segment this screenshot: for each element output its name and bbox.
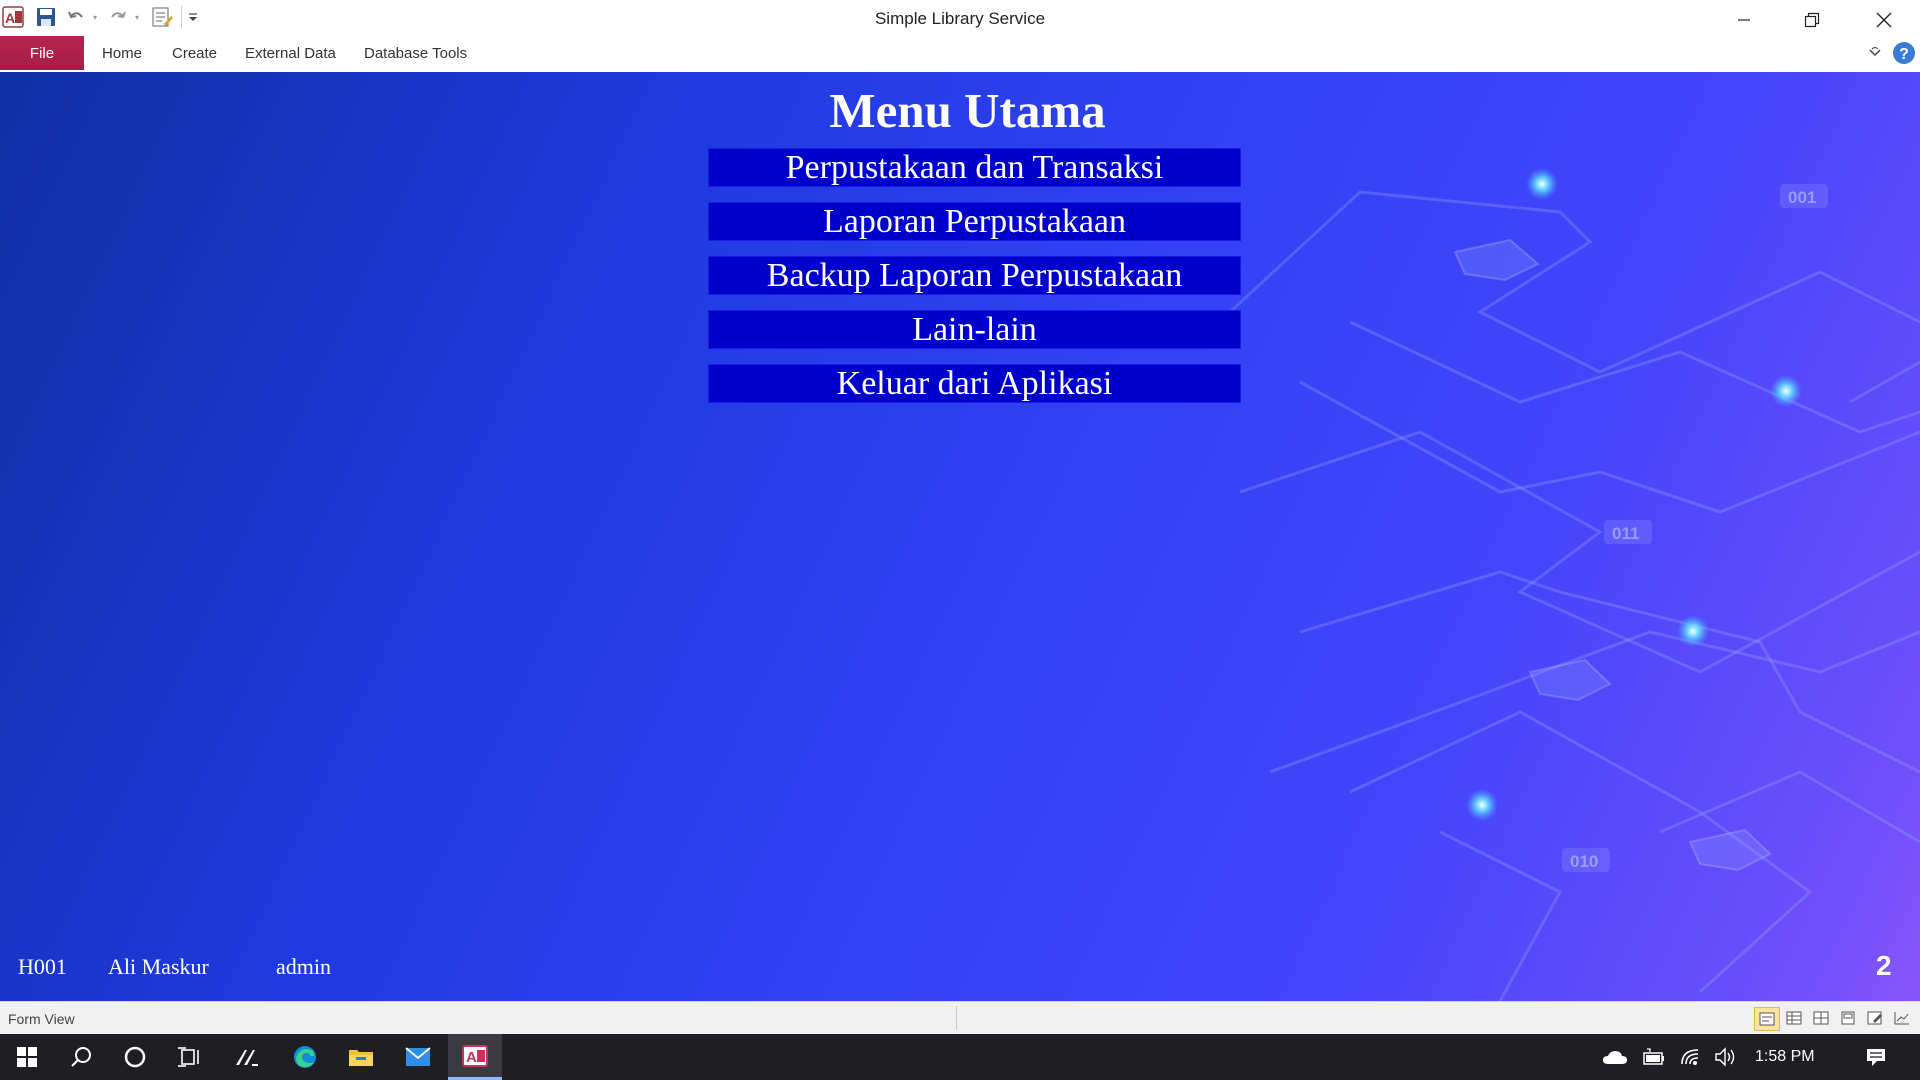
access-taskbar-button[interactable]: A	[448, 1034, 502, 1080]
file-explorer-icon	[349, 1050, 373, 1066]
mail-icon	[405, 1047, 431, 1066]
user-role: admin	[276, 954, 331, 979]
main-menu-form: 001 011 010 Menu Utama Perpustakaan dan …	[0, 72, 1920, 1001]
edge-icon	[294, 1046, 316, 1068]
minimize-icon	[1738, 19, 1750, 21]
task-view-icon	[178, 1047, 199, 1067]
undo-icon[interactable]	[66, 4, 86, 30]
bg-label-011: 011	[1612, 524, 1639, 543]
misc-button[interactable]: Lain-lain	[708, 310, 1241, 349]
edge-button[interactable]	[278, 1034, 332, 1080]
battery-icon	[1643, 1048, 1664, 1065]
bg-label-001: 001	[1788, 188, 1816, 207]
restore-button[interactable]	[1778, 0, 1846, 40]
restore-icon	[1804, 12, 1820, 28]
onedrive-icon	[1603, 1051, 1627, 1064]
datasheet-icon	[1786, 1011, 1802, 1025]
qat-separator	[181, 6, 182, 28]
taskbar: A 1:58 PM	[0, 1034, 1920, 1080]
tab-database-tools[interactable]: Database Tools	[364, 45, 467, 62]
user-name: Ali Maskur	[108, 954, 209, 979]
cortana-button[interactable]	[108, 1034, 162, 1080]
form-view-button[interactable]	[1754, 1007, 1780, 1031]
help-icon: ?	[1893, 42, 1915, 64]
chart-icon	[1894, 1012, 1909, 1025]
customize-qat-icon[interactable]	[186, 4, 200, 30]
layout-icon	[1841, 1011, 1855, 1025]
pivot-icon	[1813, 1011, 1829, 1025]
window-title: Simple Library Service	[874, 9, 1046, 28]
close-icon	[1876, 12, 1892, 28]
undo-dropdown-icon[interactable]: ▾	[90, 4, 100, 30]
minimize-button[interactable]	[1710, 0, 1778, 40]
wifi-button[interactable]	[1676, 1034, 1706, 1080]
notifications-icon	[1867, 1049, 1885, 1066]
svg-text:A: A	[466, 1049, 477, 1066]
file-explorer-button[interactable]	[334, 1034, 388, 1080]
notifications-button[interactable]	[1856, 1034, 1896, 1080]
onedrive-button[interactable]	[1600, 1034, 1630, 1080]
layout-view-button[interactable]	[1836, 1007, 1860, 1029]
svg-text:?: ?	[1899, 46, 1909, 63]
volume-button[interactable]	[1710, 1034, 1740, 1080]
access-app-icon[interactable]: A	[1, 4, 25, 30]
user-id: H001	[18, 954, 67, 979]
redo-icon[interactable]	[108, 4, 128, 30]
form-edit-icon[interactable]	[149, 4, 175, 30]
form-view-icon	[1759, 1012, 1775, 1026]
design-icon	[1867, 1011, 1882, 1025]
design-view-button[interactable]	[1863, 1007, 1887, 1029]
search-button[interactable]	[54, 1034, 108, 1080]
status-bar: Form View	[0, 1001, 1920, 1035]
tab-home[interactable]: Home	[102, 45, 142, 62]
cortana-icon	[124, 1046, 146, 1068]
chevron-down-icon	[1869, 47, 1881, 57]
redo-dropdown-icon[interactable]: ▾	[132, 4, 142, 30]
title-bar: A ▾ ▾ Simple Library Service	[0, 0, 1920, 38]
tab-external-data[interactable]: External Data	[245, 45, 336, 62]
status-divider	[956, 1006, 957, 1030]
help-button[interactable]: ?	[1892, 41, 1916, 65]
pen-app-button[interactable]	[220, 1034, 274, 1080]
bg-label-010: 010	[1570, 852, 1598, 871]
library-transactions-button[interactable]: Perpustakaan dan Transaksi	[708, 148, 1241, 187]
wifi-icon	[1681, 1049, 1699, 1065]
backup-report-button[interactable]: Backup Laporan Perpustakaan	[708, 256, 1241, 295]
task-view-button[interactable]	[162, 1034, 216, 1080]
battery-button[interactable]	[1638, 1034, 1668, 1080]
ribbon-tabs: File Home Create External Data Database …	[0, 36, 1920, 73]
page-number: 2	[1876, 950, 1892, 981]
view-mode-label: Form View	[8, 1011, 75, 1027]
access-taskbar-icon: A	[462, 1044, 488, 1067]
start-button[interactable]	[0, 1034, 54, 1080]
exit-app-button[interactable]: Keluar dari Aplikasi	[708, 364, 1241, 403]
pivot-view-button[interactable]	[1809, 1007, 1833, 1029]
datasheet-view-button[interactable]	[1782, 1007, 1806, 1029]
search-icon	[71, 1047, 91, 1067]
save-icon[interactable]	[34, 4, 58, 30]
pen-app-icon	[236, 1050, 258, 1066]
tab-file[interactable]: File	[0, 36, 84, 70]
tab-create[interactable]: Create	[172, 45, 217, 62]
pivot-chart-view-button[interactable]	[1890, 1007, 1914, 1029]
taskbar-clock[interactable]: 1:58 PM	[1755, 1048, 1815, 1066]
menu-title: Menu Utama	[829, 83, 1106, 138]
expand-ribbon-button[interactable]	[1866, 44, 1884, 62]
close-button[interactable]	[1850, 0, 1918, 40]
library-report-button[interactable]: Laporan Perpustakaan	[708, 202, 1241, 241]
volume-icon	[1715, 1047, 1735, 1067]
windows-start-icon	[17, 1047, 37, 1067]
svg-text:A: A	[5, 10, 15, 26]
mail-button[interactable]	[391, 1034, 445, 1080]
